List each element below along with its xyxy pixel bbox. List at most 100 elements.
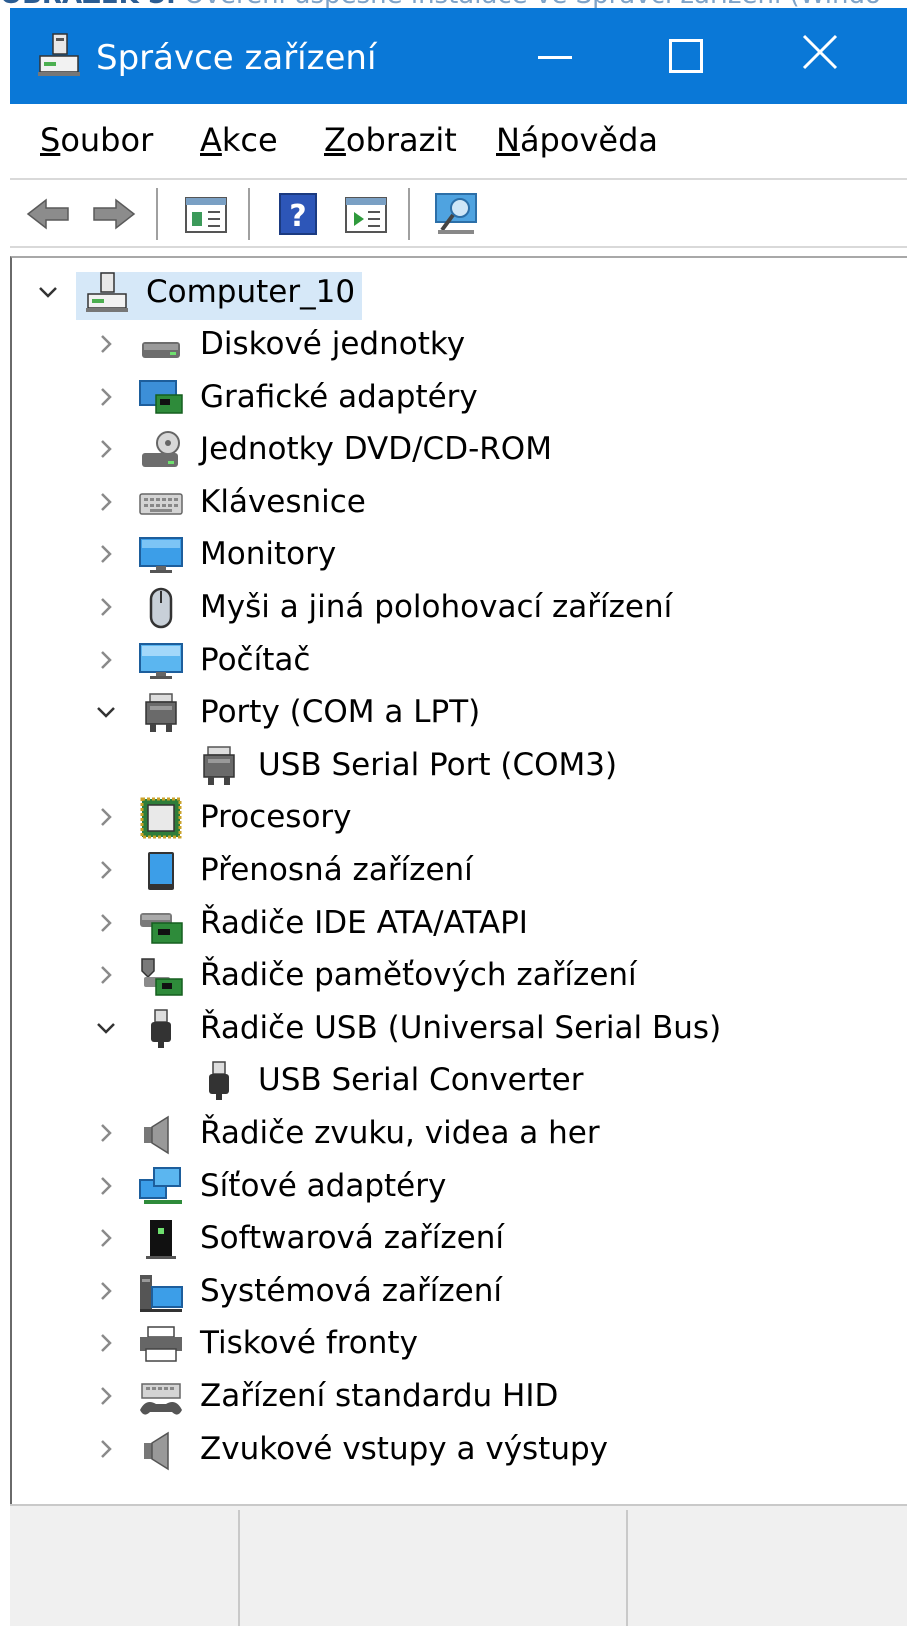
menu-view-rest: obrazit	[345, 121, 457, 159]
chevron-right-icon[interactable]	[94, 1279, 118, 1303]
tree-category[interactable]: Porty (COM a LPT)	[12, 686, 907, 738]
tree-child-item[interactable]: USB Serial Converter	[12, 1054, 907, 1106]
chevron-down-icon[interactable]	[94, 1016, 118, 1040]
chevron-right-icon[interactable]	[94, 332, 118, 356]
tree-item-label: Řadiče IDE ATA/ATAPI	[200, 904, 528, 941]
tree-category[interactable]: Softwarová zařízení	[12, 1212, 907, 1264]
monitor-icon	[139, 537, 183, 574]
device-tree[interactable]: Computer_10 Diskové jednotky Grafické ada…	[10, 256, 907, 1514]
mouse-icon	[149, 587, 173, 629]
device-manager-window: Správce zařízení Soubor Akce Zobrazit Ná…	[10, 8, 907, 1626]
update-driver-icon[interactable]	[342, 190, 390, 238]
chevron-right-icon[interactable]	[94, 648, 118, 672]
menu-bar: Soubor Akce Zobrazit Nápověda	[10, 104, 907, 180]
forward-icon[interactable]	[90, 190, 138, 238]
menu-action-rest: kce	[221, 121, 278, 159]
tree-item-label: USB Serial Converter	[258, 1062, 584, 1099]
menu-help-rest: ápověda	[519, 121, 658, 159]
help-icon[interactable]: ?	[274, 190, 322, 238]
toolbar-separator	[248, 188, 250, 240]
tree-item-label: Procesory	[200, 799, 352, 836]
close-icon	[802, 34, 838, 70]
tree-item-label: Tiskové fronty	[200, 1325, 418, 1362]
tree-category[interactable]: Řadiče zvuku, videa a her	[12, 1107, 907, 1159]
tree-category[interactable]: Síťové adaptéry	[12, 1160, 907, 1212]
usb-icon	[151, 1009, 171, 1048]
menu-file[interactable]: Soubor	[40, 118, 153, 162]
tree-child-item[interactable]: USB Serial Port (COM3)	[12, 739, 907, 791]
chevron-right-icon[interactable]	[94, 1174, 118, 1198]
maximize-button[interactable]	[622, 8, 742, 104]
tree-item-label: Síťové adaptéry	[200, 1167, 447, 1204]
tree-category[interactable]: Myši a jiná polohovací zařízení	[12, 581, 907, 633]
tree-root[interactable]: Computer_10	[12, 266, 907, 320]
tree-category[interactable]: Systémová zařízení	[12, 1265, 907, 1317]
chevron-right-icon[interactable]	[94, 1331, 118, 1355]
disk-drive-icon	[142, 342, 180, 358]
tree-category[interactable]: Procesory	[12, 791, 907, 843]
scan-hardware-icon[interactable]	[432, 190, 480, 238]
tree-category[interactable]: Jednotky DVD/CD-ROM	[12, 423, 907, 475]
tree-category[interactable]: Počítač	[12, 634, 907, 686]
tree-item-label: Přenosná zařízení	[200, 852, 473, 888]
ide-controller-icon	[140, 912, 183, 944]
network-adapter-icon	[139, 1166, 182, 1204]
tree-category[interactable]: Diskové jednotky	[12, 318, 907, 370]
tree-category[interactable]: Tiskové fronty	[12, 1317, 907, 1369]
back-icon[interactable]	[24, 190, 72, 238]
tree-category[interactable]: Přenosná zařízení	[12, 844, 907, 896]
computer-icon	[86, 272, 128, 312]
minimize-icon	[538, 56, 572, 59]
tree-category[interactable]: Řadiče USB (Universal Serial Bus)	[12, 1002, 907, 1054]
toolbar-separator	[408, 188, 410, 240]
tree-item-label: Řadiče zvuku, videa a her	[200, 1115, 600, 1151]
chevron-right-icon[interactable]	[94, 1384, 118, 1408]
title-bar[interactable]: Správce zařízení	[10, 8, 907, 104]
chevron-right-icon[interactable]	[94, 437, 118, 461]
menu-view-accel: Z	[324, 121, 346, 159]
tree-category[interactable]: Monitory	[12, 528, 907, 580]
tree-category[interactable]: Grafické adaptéry	[12, 371, 907, 423]
chevron-down-icon[interactable]	[94, 700, 118, 724]
storage-controller-icon	[141, 958, 183, 996]
chevron-right-icon[interactable]	[94, 595, 118, 619]
pc-icon	[139, 642, 183, 679]
portable-device-icon	[148, 852, 174, 890]
svg-text:?: ?	[289, 199, 306, 234]
chevron-right-icon[interactable]	[94, 385, 118, 409]
minimize-button[interactable]	[485, 8, 605, 104]
chevron-right-icon[interactable]	[94, 1226, 118, 1250]
chevron-down-icon[interactable]	[36, 280, 60, 304]
speaker-icon	[144, 1115, 169, 1155]
tree-root-label: Computer_10	[146, 274, 356, 310]
tree-item-label: USB Serial Port (COM3)	[258, 746, 618, 783]
status-cell	[628, 1510, 907, 1626]
tree-item-label: Zvukové vstupy a výstupy	[200, 1430, 609, 1467]
tree-item-label: Jednotky DVD/CD-ROM	[200, 431, 552, 468]
properties-icon[interactable]	[182, 190, 230, 238]
window-title: Správce zařízení	[96, 38, 377, 78]
menu-action[interactable]: Akce	[200, 118, 278, 162]
chevron-right-icon[interactable]	[94, 1121, 118, 1145]
tree-category[interactable]: Klávesnice	[12, 476, 907, 528]
tree-category[interactable]: Zařízení standardu HID	[12, 1370, 907, 1422]
chevron-right-icon[interactable]	[94, 911, 118, 935]
speaker-icon	[144, 1431, 169, 1470]
chevron-right-icon[interactable]	[94, 963, 118, 987]
chevron-right-icon[interactable]	[94, 858, 118, 882]
chevron-right-icon[interactable]	[94, 542, 118, 566]
chevron-right-icon[interactable]	[94, 805, 118, 829]
tree-category[interactable]: Zvukové vstupy a výstupy	[12, 1423, 907, 1475]
menu-view[interactable]: Zobrazit	[324, 118, 457, 162]
menu-help[interactable]: Nápověda	[496, 118, 658, 162]
port-icon	[203, 746, 235, 785]
chevron-right-icon[interactable]	[94, 1437, 118, 1461]
tree-item-label: Porty (COM a LPT)	[200, 694, 481, 731]
toolbar: ?	[10, 180, 907, 248]
close-button[interactable]	[760, 8, 880, 104]
chevron-right-icon[interactable]	[94, 490, 118, 514]
tree-category[interactable]: Řadiče IDE ATA/ATAPI	[12, 897, 907, 949]
tree-category[interactable]: Řadiče paměťových zařízení	[12, 949, 907, 1001]
tree-item-label: Softwarová zařízení	[200, 1220, 504, 1257]
tree-item-label: Grafické adaptéry	[200, 378, 478, 415]
